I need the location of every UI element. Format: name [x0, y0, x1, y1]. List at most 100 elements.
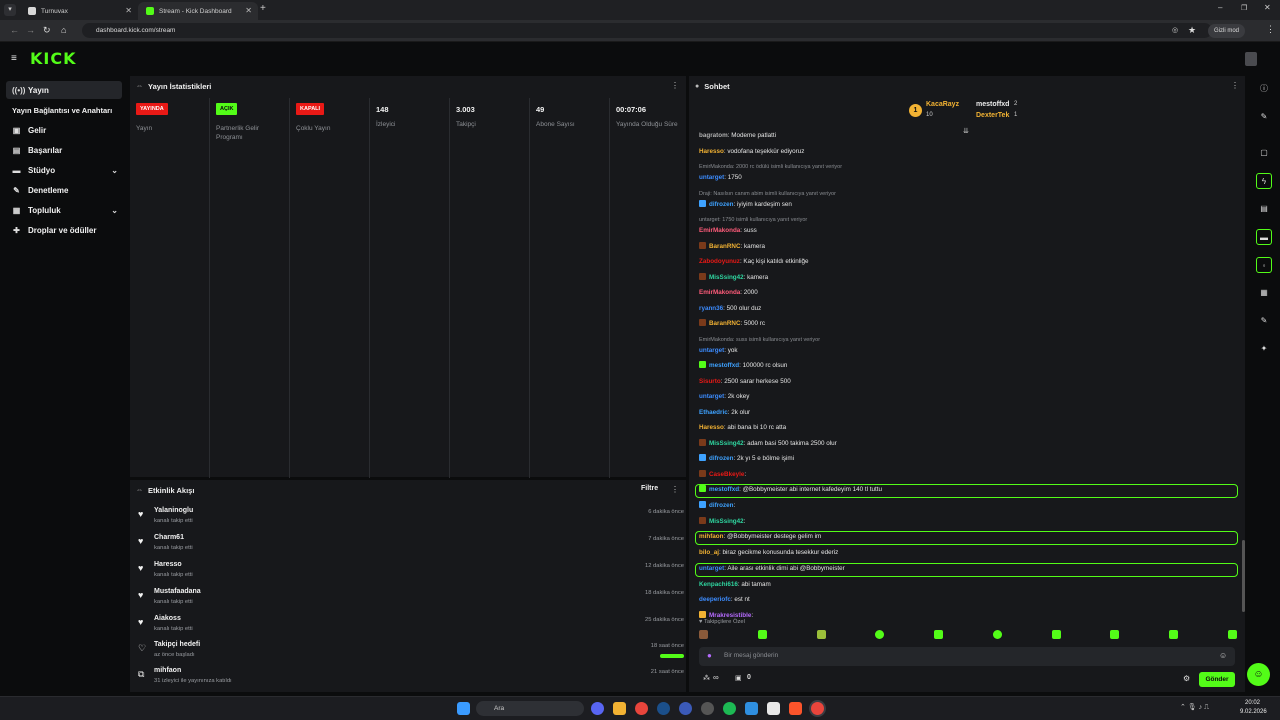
- emote[interactable]: [1227, 630, 1237, 639]
- chat-username[interactable]: untarget: [699, 347, 724, 354]
- chat-username[interactable]: mihfaon: [699, 533, 724, 540]
- close-tab-icon[interactable]: ✕: [125, 6, 132, 15]
- activity-name[interactable]: Charm61: [154, 534, 184, 541]
- chat-username[interactable]: difrozen: [709, 455, 734, 462]
- forward-icon[interactable]: →: [26, 25, 35, 35]
- chat-username[interactable]: EmirMakonda: [699, 227, 740, 234]
- system-tray[interactable]: ⌃ 🎙 ♪ ⎍: [1180, 703, 1209, 712]
- clock-time[interactable]: 20:02: [1245, 700, 1260, 706]
- emoji-icon[interactable]: ☺: [1219, 651, 1227, 660]
- eye-off-icon[interactable]: ◎: [1172, 26, 1178, 34]
- chat-toggle-icon[interactable]: ▬: [1256, 229, 1272, 245]
- reload-icon[interactable]: ↻: [43, 25, 51, 36]
- emote[interactable]: [757, 630, 767, 639]
- gift-icon[interactable]: ▣: [735, 674, 742, 682]
- layout-icon[interactable]: ▦: [1256, 285, 1272, 301]
- url-field[interactable]: dashboard.kick.com/stream: [82, 23, 1212, 38]
- points-icon[interactable]: ⁂: [703, 674, 710, 682]
- emote[interactable]: [992, 630, 1002, 639]
- filter-button[interactable]: Filtre: [641, 485, 658, 492]
- chat-username[interactable]: MisSsing42: [709, 274, 744, 281]
- vscode-icon[interactable]: [745, 702, 758, 715]
- tab-list-button[interactable]: ▾: [4, 4, 16, 16]
- help-chat-button[interactable]: ☺: [1247, 663, 1270, 686]
- chat-scrollbar[interactable]: [1242, 540, 1245, 612]
- chat-username[interactable]: difrozen: [709, 201, 734, 208]
- chat-username[interactable]: Kenpachi616: [699, 581, 738, 588]
- emote[interactable]: [816, 630, 826, 639]
- emote[interactable]: [1051, 630, 1061, 639]
- chat-username[interactable]: MisSsing42: [709, 518, 744, 525]
- emote[interactable]: [699, 630, 708, 639]
- bookmark-star-icon[interactable]: ★: [1188, 25, 1196, 36]
- chrome-active-icon[interactable]: [811, 702, 824, 715]
- app-icon[interactable]: [701, 702, 714, 715]
- taskbar-search[interactable]: Ara: [476, 701, 584, 716]
- tab-turnuvax[interactable]: Turnuvax ✕: [20, 2, 138, 20]
- notion-icon[interactable]: [767, 702, 780, 715]
- wrench-icon[interactable]: ✎: [1256, 313, 1272, 329]
- chat-username[interactable]: ryann36: [699, 305, 723, 312]
- chat-settings-icon[interactable]: ⚙: [1183, 674, 1190, 683]
- chat-username[interactable]: bagratom: [699, 132, 728, 139]
- chat-username[interactable]: Ethaedric: [699, 409, 728, 416]
- emote[interactable]: [1169, 630, 1179, 639]
- panel-menu-icon[interactable]: ⋮: [671, 81, 679, 90]
- incognito-indicator[interactable]: Gizli mod: [1208, 24, 1246, 38]
- profile-avatar[interactable]: [1245, 52, 1257, 66]
- chat-username[interactable]: untarget: [699, 174, 724, 181]
- steam-icon[interactable]: [657, 702, 670, 715]
- brave-icon[interactable]: [789, 702, 802, 715]
- app-icon[interactable]: [679, 702, 692, 715]
- sidebar-item-achievements[interactable]: ▤ Başarılar: [6, 141, 122, 159]
- chat-username[interactable]: bilo_aj: [699, 549, 719, 556]
- activity-name[interactable]: Haresso: [154, 561, 182, 568]
- clock-date[interactable]: 9.02.2026: [1240, 709, 1267, 715]
- chrome-icon[interactable]: [635, 702, 648, 715]
- chat-username[interactable]: BaranRNC: [709, 243, 741, 250]
- leaderboard-expand-icon[interactable]: ⇊: [963, 127, 969, 135]
- chat-username[interactable]: deeperiofc: [699, 596, 731, 603]
- tab-kick-dashboard[interactable]: Stream - Kick Dashboard ✕: [138, 2, 258, 20]
- chat-username[interactable]: Zabodoyunuz: [699, 258, 740, 265]
- sidebar-item-studio[interactable]: ▬ Stüdyo ⌄: [6, 161, 122, 179]
- emote[interactable]: [934, 630, 944, 639]
- emote[interactable]: [875, 630, 885, 639]
- file-explorer-icon[interactable]: [613, 702, 626, 715]
- panel-menu-icon[interactable]: ⋮: [671, 485, 679, 494]
- drag-handle-icon[interactable]: ⇔: [136, 487, 143, 494]
- minimize-icon[interactable]: –: [1218, 3, 1222, 12]
- sidebar-item-moderation[interactable]: ✎ Denetleme: [6, 181, 122, 199]
- mic-icon[interactable]: ●: [707, 651, 712, 660]
- screen-icon[interactable]: ▢: [1256, 145, 1272, 161]
- panel-menu-icon[interactable]: ⋮: [1231, 81, 1239, 90]
- chat-input[interactable]: ● Bir mesaj gönderin ☺: [699, 647, 1235, 666]
- activity-name[interactable]: Yalaninoglu: [154, 507, 193, 514]
- activity-name[interactable]: mihfaon: [154, 667, 181, 674]
- back-icon[interactable]: ←: [10, 25, 19, 35]
- windows-start-icon[interactable]: [457, 702, 470, 715]
- spotify-icon[interactable]: [723, 702, 736, 715]
- document-icon[interactable]: ▤: [1256, 201, 1272, 217]
- sparkle-icon[interactable]: ✦: [1256, 341, 1272, 357]
- chat-username[interactable]: difrozen: [709, 502, 734, 509]
- sidebar-item-stream[interactable]: ((•)) Yayın: [6, 81, 122, 99]
- chat-username[interactable]: untarget: [699, 565, 724, 572]
- activity-name[interactable]: Aiakoss: [154, 615, 181, 622]
- info-icon[interactable]: ⓘ: [1256, 81, 1272, 97]
- sidebar-item-stream-key[interactable]: Yayın Bağlantısı ve Anahtarı: [6, 101, 122, 119]
- browser-menu-icon[interactable]: ⋮: [1266, 24, 1275, 35]
- hamburger-menu-icon[interactable]: ≡: [11, 53, 17, 64]
- home-icon[interactable]: ⌂: [61, 25, 66, 35]
- chat-username[interactable]: untarget: [699, 393, 724, 400]
- quick-action-icon[interactable]: ϟ: [1256, 173, 1272, 189]
- activity-name[interactable]: Mustafaadana: [154, 588, 201, 595]
- chat-username[interactable]: Haresso: [699, 148, 724, 155]
- broadcast-toggle-icon[interactable]: ◦: [1256, 257, 1272, 273]
- close-tab-icon[interactable]: ✕: [245, 6, 252, 15]
- restore-icon[interactable]: ❐: [1241, 4, 1247, 12]
- edit-icon[interactable]: ✎: [1256, 109, 1272, 125]
- chat-username[interactable]: MisSsing42: [709, 440, 744, 447]
- gift-leaderboard[interactable]: 1 KacaRayz 10 mestoffxd 2 DexterTek 1: [909, 100, 1059, 124]
- sidebar-item-drops[interactable]: ✚ Droplar ve ödüller: [6, 221, 122, 239]
